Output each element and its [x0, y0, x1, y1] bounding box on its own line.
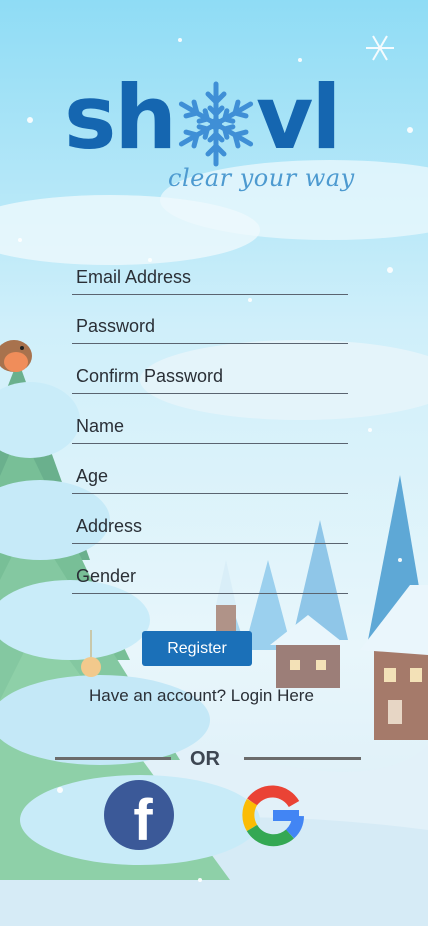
age-field-label: Age [76, 466, 109, 486]
confirm-password-field-label: Confirm Password [76, 366, 224, 386]
confirm-password-field[interactable]: Confirm Password [72, 353, 348, 394]
register-button[interactable]: Register [142, 631, 252, 666]
name-field[interactable]: Name [72, 403, 348, 444]
app-logo: sh vl clear your way [60, 68, 360, 208]
age-field[interactable]: Age [72, 453, 348, 494]
divider-line-left [55, 757, 171, 760]
email-field-label: Email Address [76, 267, 192, 287]
logo-text-right: vl [256, 66, 342, 169]
snowflake-icon [178, 81, 254, 167]
login-link[interactable]: Have an account? Login Here [89, 686, 349, 706]
facebook-icon: f [133, 787, 153, 853]
address-field-label: Address [76, 516, 143, 536]
password-field[interactable]: Password [72, 303, 348, 344]
password-field-label: Password [76, 316, 156, 336]
name-field-label: Name [76, 416, 125, 436]
gender-field-label: Gender [76, 566, 137, 586]
divider-line-right [244, 757, 361, 760]
address-field[interactable]: Address [72, 503, 348, 544]
email-field[interactable]: Email Address [72, 254, 348, 295]
facebook-login-button[interactable]: f [104, 780, 174, 853]
logo-tagline: clear your way [168, 164, 355, 192]
google-icon [242, 785, 304, 847]
logo-text-left: sh [64, 66, 177, 169]
gender-field[interactable]: Gender [72, 553, 348, 594]
google-login-button[interactable] [238, 780, 308, 850]
or-divider-label: OR [190, 748, 220, 770]
